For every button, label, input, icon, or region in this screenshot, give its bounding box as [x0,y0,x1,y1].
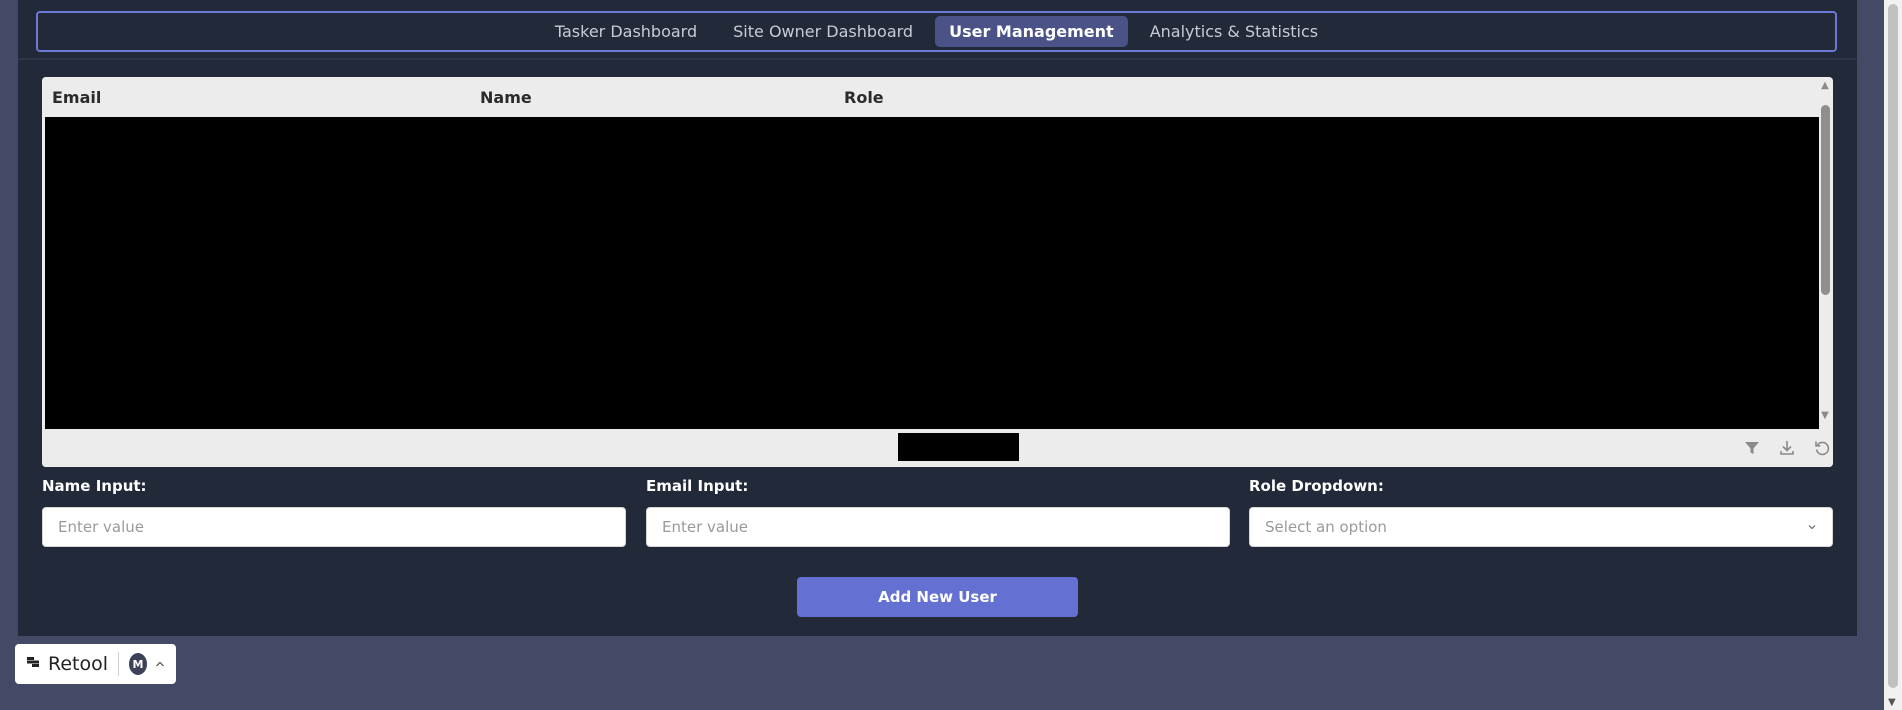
chevron-down-icon [1807,518,1817,536]
users-table: Email Name Role ▲ ▼ [42,77,1833,467]
name-input[interactable] [42,507,626,547]
page-scroll-down-icon[interactable]: ▼ [1888,697,1896,708]
scroll-down-icon[interactable]: ▼ [1820,411,1830,421]
retool-logo-icon [25,654,41,674]
retool-brand-name: Retool [48,653,109,675]
filter-icon[interactable] [1742,438,1762,458]
scroll-up-icon[interactable]: ▲ [1820,81,1830,91]
tab-analytics-statistics[interactable]: Analytics & Statistics [1136,16,1332,47]
table-body-redacted [45,117,1819,429]
table-scrollbar[interactable]: ▲ ▼ [1817,81,1833,427]
name-input-label: Name Input: [42,477,147,495]
column-header-role[interactable]: Role [844,88,884,107]
table-scroll-thumb[interactable] [1821,105,1830,295]
pagination-redacted [898,433,1019,461]
tab-divider [18,58,1857,60]
tab-tasker-dashboard[interactable]: Tasker Dashboard [541,16,711,47]
email-input[interactable] [646,507,1230,547]
avatar[interactable]: M [128,653,147,675]
column-header-email[interactable]: Email [52,88,101,107]
role-dropdown-placeholder: Select an option [1265,518,1387,536]
column-header-name[interactable]: Name [480,88,532,107]
role-dropdown[interactable]: Select an option [1249,507,1833,547]
page-scroll-thumb[interactable] [1888,4,1898,688]
chevron-up-icon[interactable] [154,655,166,674]
tab-bar: Tasker Dashboard Site Owner Dashboard Us… [36,11,1837,52]
page-scrollbar[interactable]: ▼ [1884,0,1902,710]
badge-divider [118,652,119,676]
refresh-icon[interactable] [1812,438,1832,458]
tab-user-management[interactable]: User Management [935,16,1128,47]
retool-badge[interactable]: Retool M [15,644,176,684]
download-icon[interactable] [1777,438,1797,458]
role-dropdown-label: Role Dropdown: [1249,477,1384,495]
email-input-label: Email Input: [646,477,749,495]
add-new-user-button[interactable]: Add New User [797,577,1078,617]
tab-site-owner-dashboard[interactable]: Site Owner Dashboard [719,16,927,47]
app-panel: Tasker Dashboard Site Owner Dashboard Us… [18,0,1857,636]
table-header: Email Name Role [42,77,1814,117]
table-footer [42,429,1833,467]
